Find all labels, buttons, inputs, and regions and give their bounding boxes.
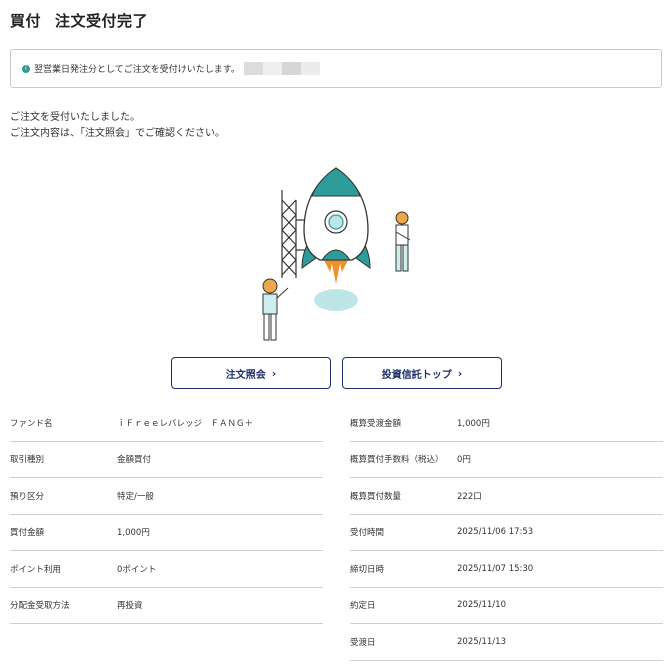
row-value: 1,000円 xyxy=(117,528,150,539)
table-row: ポイント利用 0ポイント xyxy=(10,551,323,588)
row-label: ポイント利用 xyxy=(10,564,62,575)
row-label: 買付金額 xyxy=(10,528,45,539)
fund-top-button[interactable]: 投資信託トップ › xyxy=(342,357,502,389)
row-label: 取引種別 xyxy=(10,455,45,466)
row-label: 預り区分 xyxy=(10,491,45,502)
person-left-icon xyxy=(262,278,289,341)
notice-box: i 翌営業日発注分としてご注文を受付けいたします。 xyxy=(10,49,662,88)
table-row: 概算受渡金額 1,000円 xyxy=(350,405,663,442)
row-value: 再投資 xyxy=(117,601,143,612)
page-title: 買付 注文受付完了 xyxy=(10,10,148,31)
rocket-flame-icon xyxy=(324,260,348,284)
row-value: 2025/11/13 xyxy=(457,636,506,647)
message-line-1: ご注文を受付いたしました。 xyxy=(10,112,140,123)
table-row: 買付金額 1,000円 xyxy=(10,515,323,551)
row-value: ｉＦｒｅｅレバレッジ ＦＡＮＧ＋ xyxy=(117,418,254,429)
row-label: 概算受渡金額 xyxy=(350,418,402,429)
row-value: 0ポイント xyxy=(117,564,157,575)
row-value: 2025/11/06 17:53 xyxy=(457,527,534,538)
completion-message: ご注文を受付いたしました。 ご注文内容は、「注文照会」でご確認ください。 xyxy=(10,110,225,142)
table-row: 締切日時 2025/11/07 15:30 xyxy=(350,551,663,588)
table-row: 受付時間 2025/11/06 17:53 xyxy=(350,515,663,551)
table-row: 取引種別 金額買付 xyxy=(10,442,323,478)
row-value: 2025/11/07 15:30 xyxy=(457,563,534,574)
chevron-right-icon: › xyxy=(457,366,463,380)
order-detail-table-right: 概算受渡金額 1,000円 概算買付手数料（税込） 0円 概算買付数量 222口 受付… xyxy=(350,405,663,661)
page-title-part2: 注文受付完了 xyxy=(55,12,149,30)
row-value: 2025/11/10 xyxy=(457,600,506,611)
row-label: 約定日 xyxy=(350,601,376,612)
row-value: 1,000円 xyxy=(457,418,490,429)
row-value: 金額買付 xyxy=(117,455,152,466)
table-row: 預り区分 特定/一般 xyxy=(10,478,323,515)
order-inquiry-button[interactable]: 注文照会 › xyxy=(171,357,331,389)
row-label: 締切日時 xyxy=(350,564,385,575)
table-row: 概算買付数量 222口 xyxy=(350,478,663,515)
row-label: 分配金受取方法 xyxy=(10,601,70,612)
notice-text: 翌営業日発注分としてご注文を受付けいたします。 xyxy=(34,65,240,75)
row-label: 受渡日 xyxy=(350,637,376,648)
table-row: 分配金受取方法 再投資 xyxy=(10,588,323,624)
page-title-part1: 買付 xyxy=(10,12,42,30)
row-label: 概算買付手数料（税込） xyxy=(350,455,444,466)
row-label: 概算買付数量 xyxy=(350,491,402,502)
table-row: 約定日 2025/11/10 xyxy=(350,588,663,624)
row-value: 222口 xyxy=(457,491,482,502)
row-value: 特定/一般 xyxy=(117,491,154,502)
message-line-2: ご注文内容は、「注文照会」でご確認ください。 xyxy=(10,128,225,139)
row-label: ファンド名 xyxy=(10,418,53,429)
fund-top-label: 投資信託トップ xyxy=(381,369,452,381)
table-row: 概算買付手数料（税込） 0円 xyxy=(350,442,663,478)
chevron-right-icon: › xyxy=(271,366,277,380)
table-row: ファンド名 ｉＦｒｅｅレバレッジ ＦＡＮＧ＋ xyxy=(10,405,323,442)
order-detail-table-left: ファンド名 ｉＦｒｅｅレバレッジ ＦＡＮＧ＋ 取引種別 金額買付 預り区分 特定/一般… xyxy=(10,405,323,624)
masked-redaction xyxy=(243,62,320,75)
row-value: 0円 xyxy=(457,455,471,466)
info-icon: i xyxy=(22,64,30,73)
launch-shadow xyxy=(314,289,358,311)
order-inquiry-label: 注文照会 xyxy=(225,369,266,381)
person-right-icon xyxy=(395,211,411,272)
table-row: 受渡日 2025/11/13 xyxy=(350,624,663,661)
rocket-illustration xyxy=(262,167,411,341)
row-label: 受付時間 xyxy=(350,528,385,539)
